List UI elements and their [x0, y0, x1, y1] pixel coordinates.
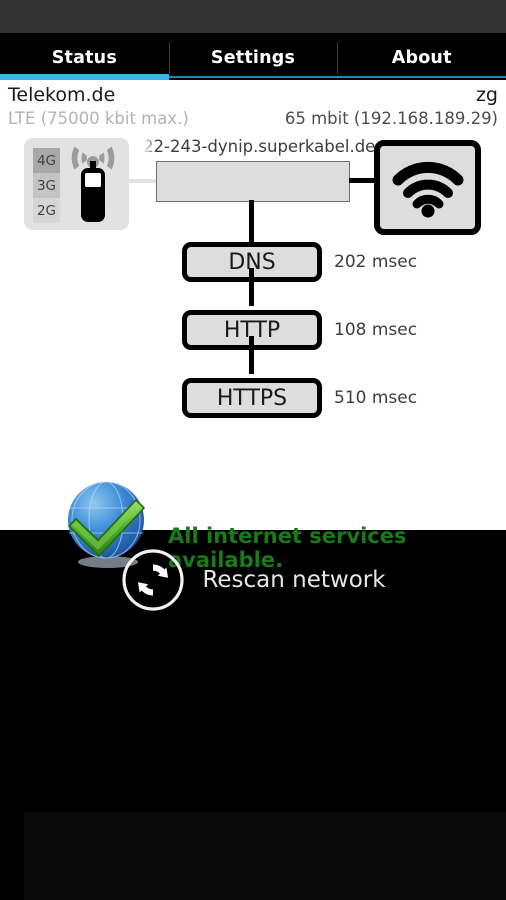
network-diagram: 4G 3G 2G 22-243-dynip.superkabel.de DNS …: [0, 137, 506, 572]
modem-box: [156, 161, 350, 202]
carrier-name: Telekom.de: [8, 84, 116, 106]
cellular-band-list: 4G 3G 2G: [33, 148, 60, 223]
mobile-phone-signal-icon: [71, 146, 115, 222]
wifi-signal-icon: [392, 161, 463, 217]
link-modem-to-dns: [249, 200, 254, 244]
link-dns-to-http: [249, 268, 254, 306]
link-modem-to-router: [349, 178, 377, 183]
bottom-surface: [24, 812, 506, 900]
service-latency-https: 510 msec: [334, 388, 418, 408]
tab-bar: Status Settings About: [0, 37, 506, 78]
system-status-bar: [0, 0, 506, 33]
band-3g: 3G: [33, 173, 60, 198]
connection-info-row-primary: Telekom.de zg: [0, 84, 506, 109]
cellular-panel: 4G 3G 2G: [24, 138, 129, 230]
connection-info-row-secondary: LTE (75000 kbit max.) 65 mbit (192.168.1…: [0, 109, 506, 134]
band-4g: 4G: [33, 148, 60, 173]
connection-info: Telekom.de zg LTE (75000 kbit max.) 65 m…: [0, 84, 506, 134]
refresh-circle-icon: [122, 549, 185, 611]
tab-about[interactable]: About: [337, 37, 506, 78]
service-latency-http: 108 msec: [334, 320, 418, 340]
modem-hostname: 22-243-dynip.superkabel.de: [143, 137, 383, 156]
rescan-network-button[interactable]: Rescan network: [0, 530, 506, 630]
wifi-detail: 65 mbit (192.168.189.29): [284, 109, 498, 128]
service-latency-dns: 202 msec: [334, 252, 418, 272]
tab-settings[interactable]: Settings: [168, 37, 338, 78]
band-2g: 2G: [33, 198, 60, 223]
service-node-https: HTTPS: [182, 378, 322, 418]
wifi-ssid: zg: [475, 84, 498, 106]
carrier-detail: LTE (75000 kbit max.): [8, 109, 189, 128]
link-http-to-https: [249, 336, 254, 374]
tab-status[interactable]: Status: [0, 37, 169, 78]
router-box: [374, 140, 481, 235]
rescan-network-label: Rescan network: [202, 567, 386, 593]
status-content-panel: Telekom.de zg LTE (75000 kbit max.) 65 m…: [0, 80, 506, 572]
